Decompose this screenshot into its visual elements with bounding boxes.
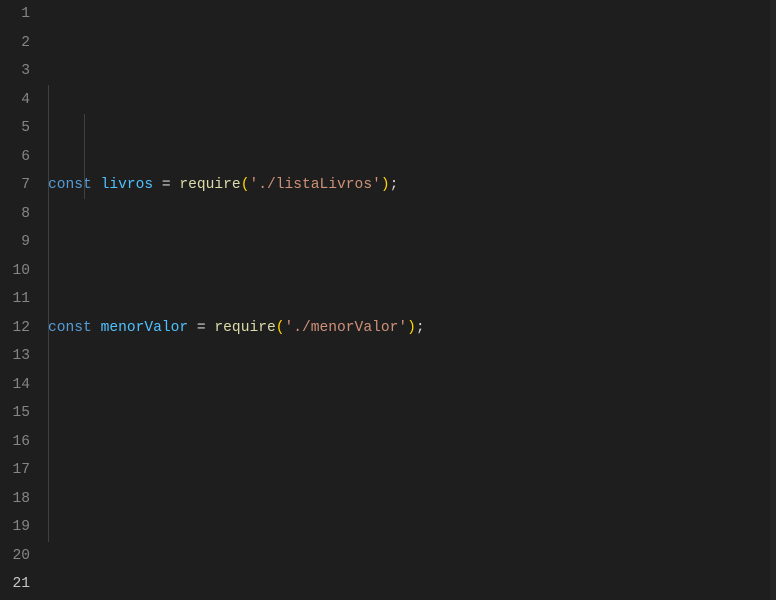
function: require	[214, 320, 275, 336]
line-number: 12	[0, 314, 30, 343]
line-number: 6	[0, 143, 30, 172]
line-number: 2	[0, 29, 30, 58]
line-number: 14	[0, 371, 30, 400]
bracket: (	[276, 320, 285, 336]
code-line[interactable]: const livros = require('./listaLivros');	[48, 171, 776, 200]
code-line[interactable]	[48, 456, 776, 485]
line-number: 7	[0, 171, 30, 200]
code-editor[interactable]: 1 2 3 4 5 6 7 8 9 10 11 12 13 14 15 16 1…	[0, 0, 776, 600]
bracket: )	[381, 177, 390, 193]
line-number: 10	[0, 257, 30, 286]
bracket: )	[407, 320, 416, 336]
string: './menorValor'	[285, 320, 408, 336]
line-number-gutter: 1 2 3 4 5 6 7 8 9 10 11 12 13 14 15 16 1…	[0, 0, 48, 600]
line-number: 8	[0, 200, 30, 229]
semicolon: ;	[390, 177, 399, 193]
code-line[interactable]: const menorValor = require('./menorValor…	[48, 314, 776, 343]
line-number: 21	[0, 570, 30, 599]
line-number: 16	[0, 428, 30, 457]
space	[92, 177, 101, 193]
line-number: 11	[0, 285, 30, 314]
keyword: const	[48, 320, 92, 336]
line-number: 17	[0, 456, 30, 485]
line-number: 15	[0, 399, 30, 428]
function: require	[179, 177, 240, 193]
overview-ruler[interactable]	[770, 0, 776, 600]
variable: menorValor	[101, 320, 189, 336]
variable: livros	[101, 177, 154, 193]
string: './listaLivros'	[249, 177, 380, 193]
operator: =	[153, 177, 179, 193]
line-number: 18	[0, 485, 30, 514]
line-number: 20	[0, 542, 30, 571]
code-area[interactable]: const livros = require('./listaLivros');…	[48, 0, 776, 600]
line-number: 1	[0, 0, 30, 29]
line-number: 3	[0, 57, 30, 86]
line-number: 4	[0, 86, 30, 115]
line-number: 13	[0, 342, 30, 371]
line-number: 5	[0, 114, 30, 143]
line-number: 19	[0, 513, 30, 542]
keyword: const	[48, 177, 92, 193]
line-number: 9	[0, 228, 30, 257]
